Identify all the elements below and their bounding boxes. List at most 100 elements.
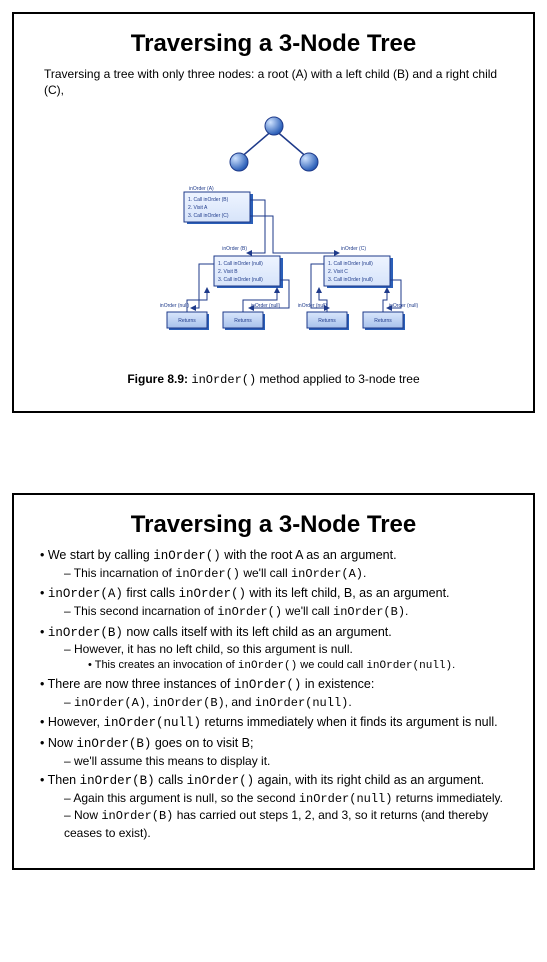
c: inOrder(B) (48, 626, 123, 640)
t: . (405, 604, 408, 618)
b2: inOrder(A) first calls inOrder() with it… (40, 585, 509, 620)
ret3: Returns (318, 318, 336, 324)
t: We start by calling (48, 548, 153, 562)
boxB-label: inOrder (B) (222, 246, 247, 252)
caption-rest: method applied to 3-node tree (256, 372, 419, 386)
t: in existence: (301, 677, 374, 691)
t: we'll call (282, 604, 333, 618)
c: inOrder(B) (153, 696, 225, 710)
b1s: This incarnation of inOrder() we'll call… (64, 565, 509, 582)
c: inOrder(B) (101, 809, 173, 823)
t: , (146, 695, 153, 709)
bullet-list: We start by calling inOrder() with the r… (38, 547, 509, 840)
c: inOrder() (238, 660, 297, 672)
figure-area: inOrder (A) 1. Call inOrder (B) 2. Visit… (38, 110, 509, 387)
t: returns immediately when it finds its ar… (201, 715, 498, 729)
boxC-s2: 2. Visit C (328, 269, 348, 275)
intro-text: Traversing a tree with only three nodes:… (44, 66, 503, 98)
t: This incarnation of (74, 566, 175, 580)
b6s: we'll assume this means to display it. (64, 753, 509, 769)
slide-title: Traversing a 3-Node Tree (38, 30, 509, 58)
t: Now (74, 808, 101, 822)
b4s: inOrder(A), inOrder(B), and inOrder(null… (64, 694, 509, 711)
returns-group: Returns Returns Returns Returns (167, 312, 405, 330)
null4: inOrder (null) (389, 303, 419, 309)
null3: inOrder (null) (297, 303, 327, 309)
tree-diagram (204, 114, 344, 174)
b7s1: Again this argument is null, so the seco… (64, 790, 509, 807)
c: inOrder(null) (366, 660, 452, 672)
boxB-s1: 1. Call inOrder (null) (218, 261, 263, 267)
c: inOrder(null) (255, 696, 349, 710)
t: . (348, 695, 351, 709)
slide2-title: Traversing a 3-Node Tree (38, 511, 509, 539)
null2: inOrder (null) (251, 303, 281, 309)
c: inOrder(B) (333, 605, 405, 619)
b3: inOrder(B) now calls itself with its lef… (40, 624, 509, 674)
t: again, with its right child as an argume… (254, 773, 484, 787)
ret4: Returns (374, 318, 392, 324)
flow-diagram: inOrder (A) 1. Call inOrder (B) 2. Visit… (129, 180, 419, 350)
boxB-s2: 2. Visit B (218, 269, 238, 275)
c: inOrder(A) (291, 567, 363, 581)
t: , and (225, 695, 255, 709)
t: with its left child, B, as an argument. (246, 586, 450, 600)
t: first calls (123, 586, 179, 600)
c: inOrder(B) (80, 774, 155, 788)
t: now calls itself with its left child as … (123, 625, 392, 639)
boxB-s3: 3. Call inOrder (null) (218, 277, 263, 283)
b5: However, inOrder(null) returns immediate… (40, 714, 509, 732)
t: . (452, 659, 455, 671)
c: inOrder() (217, 605, 282, 619)
c: inOrder(null) (299, 792, 393, 806)
boxC-label: inOrder (C) (341, 246, 366, 252)
b3ss: This creates an invocation of inOrder() … (88, 658, 509, 674)
figure-caption: Figure 8.9: inOrder() method applied to … (127, 372, 419, 387)
c: inOrder() (175, 567, 240, 581)
t: we'll assume this means to display it. (74, 754, 270, 768)
c: inOrder() (153, 549, 221, 563)
c: inOrder() (234, 678, 302, 692)
boxA-s2: 2. Visit A (188, 205, 208, 211)
boxC-s3: 3. Call inOrder (null) (328, 277, 373, 283)
boxA-s1: 1. Call inOrder (B) (188, 197, 229, 203)
t: returns immediately. (392, 791, 502, 805)
t: goes on to visit B; (151, 736, 253, 750)
b4: There are now three instances of inOrder… (40, 676, 509, 711)
c: inOrder() (178, 587, 246, 601)
t: This creates an invocation of (95, 659, 238, 671)
caption-bold: Figure 8.9: (127, 372, 188, 386)
t: There are now three instances of (48, 677, 234, 691)
boxA-label: inOrder (A) (189, 186, 214, 192)
t: with the root A as an argument. (221, 548, 397, 562)
c: inOrder(A) (74, 696, 146, 710)
null1: inOrder (null) (159, 303, 189, 309)
slide-2: Traversing a 3-Node Tree We start by cal… (12, 493, 535, 869)
t: . (363, 566, 366, 580)
t: Now (48, 736, 76, 750)
ret1: Returns (178, 318, 196, 324)
t: calls (155, 773, 187, 787)
c: inOrder(A) (48, 587, 123, 601)
b7: Then inOrder(B) calls inOrder() again, w… (40, 772, 509, 840)
t: Again this argument is null, so the seco… (73, 791, 298, 805)
t: we'll call (240, 566, 291, 580)
t: However, (48, 715, 104, 729)
t: Then (48, 773, 80, 787)
boxC-s1: 1. Call inOrder (null) (328, 261, 373, 267)
t: we could call (297, 659, 366, 671)
t: However, it has no left child, so this a… (74, 642, 353, 656)
b2s: This second incarnation of inOrder() we'… (64, 603, 509, 620)
t: This second incarnation of (74, 604, 217, 618)
slide-1: Traversing a 3-Node Tree Traversing a tr… (12, 12, 535, 413)
b3s: However, it has no left child, so this a… (64, 641, 509, 673)
b7s2: Now inOrder(B) has carried out steps 1, … (64, 807, 509, 840)
boxA-s3: 3. Call inOrder (C) (188, 213, 229, 219)
caption-code: inOrder() (191, 373, 256, 387)
c: inOrder(null) (103, 716, 201, 730)
ret2: Returns (234, 318, 252, 324)
c: inOrder() (187, 774, 255, 788)
b1: We start by calling inOrder() with the r… (40, 547, 509, 582)
b6: Now inOrder(B) goes on to visit B; we'll… (40, 735, 509, 769)
c: inOrder(B) (76, 737, 151, 751)
